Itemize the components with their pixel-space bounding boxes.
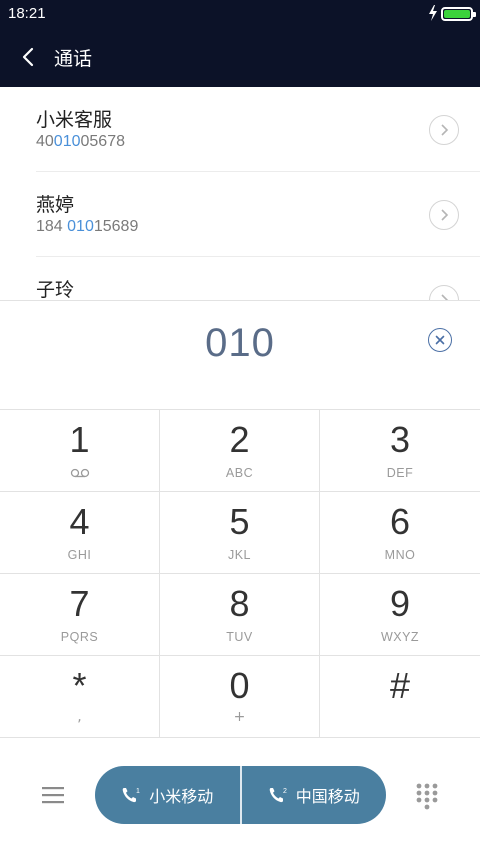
contact-result-row[interactable]: 子玲 — [0, 257, 480, 301]
key-5[interactable]: 5 JKL — [160, 492, 320, 574]
key-star[interactable]: * , — [0, 656, 160, 738]
key-8[interactable]: 8 TUV — [160, 574, 320, 656]
battery-level — [444, 10, 470, 18]
clear-input-button[interactable] — [428, 328, 452, 352]
call-sim1-label: 小米移动 — [149, 787, 214, 806]
keypad-toggle-icon[interactable] — [413, 782, 441, 810]
contact-detail-button[interactable] — [429, 200, 459, 230]
key-2[interactable]: 2 ABC — [160, 410, 320, 492]
chevron-right-icon — [441, 124, 449, 136]
key-letters: TUV — [226, 630, 253, 644]
back-arrow-icon — [22, 47, 34, 67]
phone-sim1-icon: 1 — [122, 788, 140, 803]
svg-text:2: 2 — [283, 788, 287, 795]
back-button[interactable] — [10, 38, 46, 76]
dialer-screen: 18:21 通话 小米客服 4001005678 燕婷 184 01015689 — [0, 0, 480, 853]
key-letters: JKL — [227, 548, 252, 562]
key-letters: DEF — [386, 466, 414, 480]
contact-result-row[interactable]: 燕婷 184 01015689 — [0, 172, 480, 257]
key-6[interactable]: 6 MNO — [320, 492, 480, 574]
contact-results-list[interactable]: 小米客服 4001005678 燕婷 184 01015689 子玲 — [0, 87, 480, 301]
key-3[interactable]: 3 DEF — [320, 410, 480, 492]
key-letters: MNO — [384, 548, 416, 562]
app-header: 通话 — [0, 28, 480, 87]
page-title: 通话 — [54, 48, 93, 70]
key-digit: # — [389, 665, 411, 706]
key-digit: 2 — [229, 419, 250, 460]
svg-text:1: 1 — [136, 788, 140, 795]
key-letters: + — [233, 709, 246, 725]
bottom-action-bar: 1 小米移动 2 中国移动 — [0, 740, 480, 853]
key-4[interactable]: 4 GHI — [0, 492, 160, 574]
key-0[interactable]: 0 + — [160, 656, 320, 738]
menu-icon — [42, 787, 64, 804]
close-icon — [435, 335, 445, 345]
key-hash[interactable]: # — [320, 656, 480, 738]
key-digit: * — [72, 665, 87, 706]
key-digit: 4 — [69, 501, 90, 542]
call-sim1-button[interactable]: 1 小米移动 — [95, 766, 240, 824]
key-letters: WXYZ — [380, 630, 420, 644]
status-bar: 18:21 — [0, 0, 480, 28]
call-button-group: 1 小米移动 2 中国移动 — [95, 766, 386, 824]
key-1[interactable]: 1 — [0, 410, 160, 492]
contact-name: 小米客服 — [36, 109, 113, 131]
dialed-number[interactable]: 010 — [0, 321, 480, 366]
chevron-right-icon — [441, 209, 449, 221]
status-time: 18:21 — [8, 5, 46, 22]
key-digit: 7 — [69, 583, 90, 624]
contact-number: 4001005678 — [36, 133, 125, 150]
charging-icon — [429, 5, 437, 21]
key-letters: ABC — [225, 466, 254, 480]
key-9[interactable]: 9 WXYZ — [320, 574, 480, 656]
key-letters: GHI — [67, 548, 92, 562]
key-digit: 5 — [229, 501, 250, 542]
key-digit: 3 — [389, 419, 411, 460]
contact-number: 184 01015689 — [36, 218, 139, 235]
key-digit: 0 — [229, 665, 250, 706]
contact-result-row[interactable]: 小米客服 4001005678 — [0, 87, 480, 172]
number-match-highlight: 010 — [53, 133, 81, 150]
contact-detail-button[interactable] — [429, 285, 459, 301]
number-match-highlight: 010 — [67, 218, 94, 235]
voicemail-icon — [70, 468, 90, 478]
contact-name: 燕婷 — [36, 194, 75, 216]
contact-name: 子玲 — [36, 279, 75, 301]
dial-input-area: 010 — [0, 300, 480, 410]
key-digit: 1 — [69, 419, 90, 460]
key-7[interactable]: 7 PQRS — [0, 574, 160, 656]
contact-detail-button[interactable] — [429, 115, 459, 145]
call-sim2-button[interactable]: 2 中国移动 — [242, 766, 387, 824]
key-letters: , — [77, 709, 82, 725]
key-digit: 6 — [389, 501, 411, 542]
key-digit: 9 — [389, 583, 411, 624]
key-digit: 8 — [229, 583, 250, 624]
battery-icon — [441, 7, 476, 21]
dial-keypad: 1 2 ABC 3 DEF 4 GHI 5 JKL 6 MNO 7 PQRS 8… — [0, 409, 480, 739]
call-sim2-label: 中国移动 — [295, 787, 360, 806]
phone-sim2-icon: 2 — [269, 788, 287, 803]
key-letters: PQRS — [60, 630, 99, 644]
menu-button[interactable] — [38, 780, 68, 810]
